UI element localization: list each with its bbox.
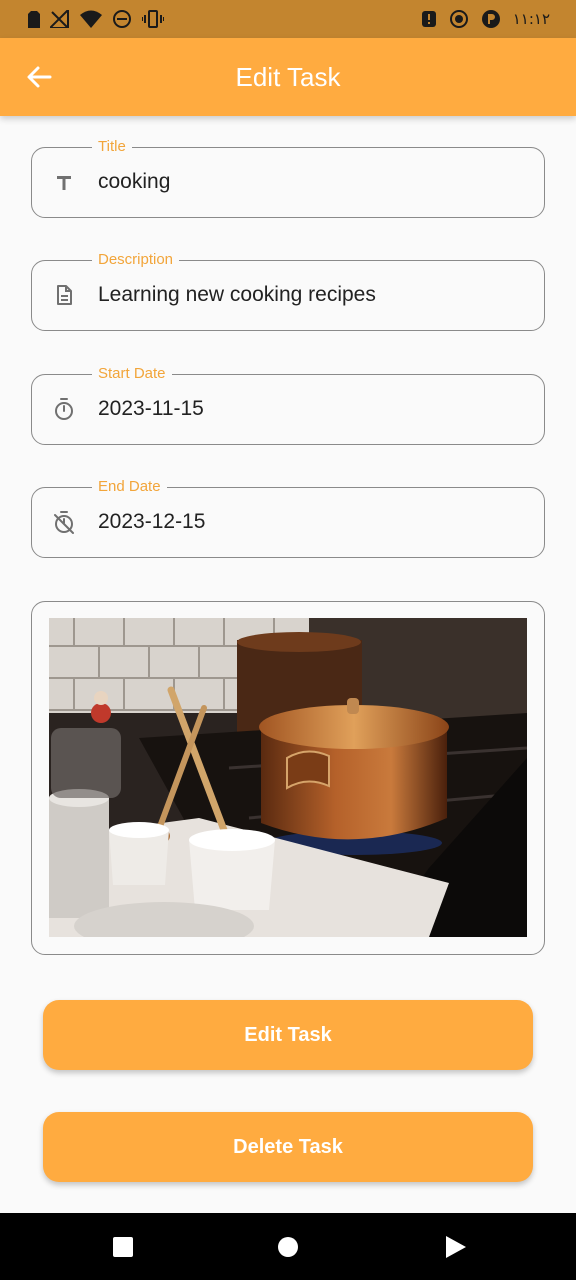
arrow-back-icon[interactable] bbox=[24, 62, 54, 92]
delete-task-button[interactable]: Delete Task bbox=[43, 1112, 533, 1182]
start-date-input[interactable]: 2023-11-15 bbox=[98, 375, 204, 443]
status-bar: ١١:١٢ bbox=[0, 0, 576, 38]
back-triangle-icon[interactable] bbox=[443, 1235, 467, 1259]
description-field[interactable]: Description Learning new cooking recipes bbox=[31, 251, 545, 331]
page-title: Edit Task bbox=[235, 62, 341, 92]
edit-task-button[interactable]: Edit Task bbox=[43, 1000, 533, 1070]
document-icon bbox=[57, 285, 72, 305]
wifi-icon bbox=[80, 10, 102, 28]
capture-icon bbox=[449, 10, 468, 28]
timer-icon bbox=[55, 398, 73, 420]
end-date-field[interactable]: End Date 2023-12-15 bbox=[31, 478, 545, 558]
title-input[interactable]: cooking bbox=[98, 148, 170, 216]
end-date-input[interactable]: 2023-12-15 bbox=[98, 488, 205, 556]
status-right-icons: ١١:١٢ bbox=[421, 8, 550, 30]
text-icon bbox=[57, 176, 71, 190]
vibrate-icon bbox=[142, 10, 164, 28]
do-not-disturb-icon bbox=[113, 10, 131, 28]
copper-pot-photo bbox=[49, 618, 527, 937]
system-nav-bar bbox=[0, 1213, 576, 1280]
app-icon bbox=[481, 10, 500, 28]
start-date-field[interactable]: Start Date 2023-11-15 bbox=[31, 365, 545, 445]
app-bar: Edit Task bbox=[0, 38, 576, 116]
task-image-card[interactable] bbox=[31, 601, 545, 955]
description-input[interactable]: Learning new cooking recipes bbox=[98, 261, 376, 329]
status-left-icons bbox=[28, 8, 164, 30]
title-field[interactable]: Title cooking bbox=[31, 138, 545, 218]
no-signal-icon bbox=[50, 10, 69, 28]
timer-off-icon bbox=[54, 511, 74, 534]
status-clock: ١١:١٢ bbox=[512, 10, 550, 28]
alert-icon bbox=[421, 11, 436, 27]
home-circle-icon[interactable] bbox=[276, 1235, 300, 1259]
recents-square-icon[interactable] bbox=[111, 1235, 135, 1259]
sim-icon bbox=[28, 10, 40, 28]
